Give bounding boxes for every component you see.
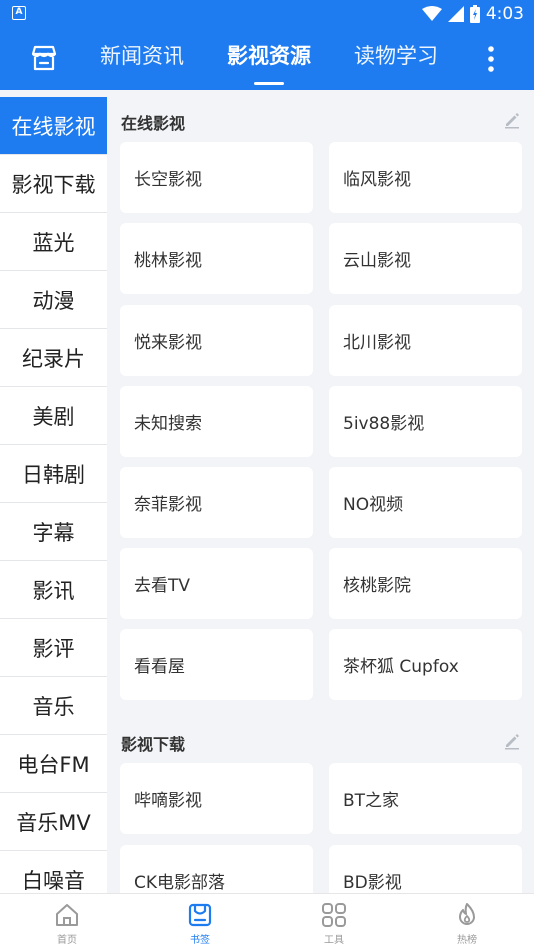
resource-card[interactable]: 悦来影视 xyxy=(120,305,313,376)
resource-content: 在线影视 长空影视 临风影视 桃林影视 云山影视 悦来影视 北川影视 未知搜索 … xyxy=(107,97,534,893)
section-title: 影视下载 xyxy=(121,735,186,754)
notification-icon: A xyxy=(12,6,26,20)
resource-card[interactable]: 奈菲影视 xyxy=(120,467,313,538)
tab-news[interactable]: 新闻资讯 xyxy=(100,40,184,70)
resource-card[interactable]: 云山影视 xyxy=(329,223,522,294)
sidebar-item-video-download[interactable]: 影视下载 xyxy=(0,155,107,213)
sidebar-item-subtitles[interactable]: 字幕 xyxy=(0,503,107,561)
fire-icon xyxy=(459,903,475,925)
sidebar-item-white-noise[interactable]: 白噪音 xyxy=(0,851,107,893)
sidebar-item-music-mv[interactable]: 音乐MV xyxy=(0,793,107,851)
nav-bookmarks[interactable]: 书签 xyxy=(170,902,230,946)
tab-reading[interactable]: 读物学习 xyxy=(354,40,438,70)
resource-card[interactable]: 看看屋 xyxy=(120,629,313,700)
sidebar-item-anime[interactable]: 动漫 xyxy=(0,271,107,329)
sidebar-item-music[interactable]: 音乐 xyxy=(0,677,107,735)
nav-label: 书签 xyxy=(190,935,210,946)
clock: 4:03 xyxy=(485,4,524,24)
resource-card[interactable]: 5iv88影视 xyxy=(329,386,522,457)
resource-card[interactable]: 未知搜索 xyxy=(120,386,313,457)
nav-label: 工具 xyxy=(324,935,344,946)
nav-label: 首页 xyxy=(57,935,77,946)
status-icons: 4:03 xyxy=(421,4,524,24)
sidebar-item-online-video[interactable]: 在线影视 xyxy=(0,97,107,155)
resource-card[interactable]: 长空影视 xyxy=(120,142,313,213)
store-icon[interactable] xyxy=(30,44,58,72)
resource-card[interactable]: NO视频 xyxy=(329,467,522,538)
nav-tools[interactable]: 工具 xyxy=(304,902,364,946)
resource-card[interactable]: 哔嘀影视 xyxy=(120,763,313,834)
wifi-icon xyxy=(421,6,442,21)
battery-icon xyxy=(469,5,480,23)
section-title: 在线影视 xyxy=(121,114,186,133)
sidebar-item-us-drama[interactable]: 美剧 xyxy=(0,387,107,445)
edit-icon[interactable] xyxy=(503,732,521,750)
category-sidebar: 在线影视 影视下载 蓝光 动漫 纪录片 美剧 日韩剧 字幕 影讯 影评 音乐 电… xyxy=(0,97,107,893)
status-bar: A 4:03 xyxy=(0,0,534,28)
sidebar-item-movie-news[interactable]: 影讯 xyxy=(0,561,107,619)
nav-label: 热榜 xyxy=(457,935,477,946)
nav-hot-list[interactable]: 热榜 xyxy=(437,902,497,946)
resource-card[interactable]: 桃林影视 xyxy=(120,223,313,294)
sidebar-item-radio-fm[interactable]: 电台FM xyxy=(0,735,107,793)
resource-card[interactable]: BT之家 xyxy=(329,763,522,834)
resource-card[interactable]: BD影视 xyxy=(329,845,522,893)
top-app-bar: 新闻资讯 影视资源 读物学习 xyxy=(0,28,534,90)
bottom-navigation: 首页 书签 工具 热榜 xyxy=(0,893,534,950)
bookmark-icon xyxy=(188,903,212,927)
sidebar-item-reviews[interactable]: 影评 xyxy=(0,619,107,677)
sidebar-item-bluray[interactable]: 蓝光 xyxy=(0,213,107,271)
nav-home[interactable]: 首页 xyxy=(37,902,97,946)
signal-icon xyxy=(447,6,464,22)
tab-video-resources[interactable]: 影视资源 xyxy=(227,40,311,70)
active-tab-indicator xyxy=(254,82,284,85)
resource-card[interactable]: 临风影视 xyxy=(329,142,522,213)
sidebar-item-documentary[interactable]: 纪录片 xyxy=(0,329,107,387)
home-icon xyxy=(56,904,78,926)
sidebar-item-jk-drama[interactable]: 日韩剧 xyxy=(0,445,107,503)
resource-card[interactable]: CK电影部落 xyxy=(120,845,313,893)
resource-card[interactable]: 核桃影院 xyxy=(329,548,522,619)
more-options-icon[interactable] xyxy=(486,46,496,72)
resource-card[interactable]: 去看TV xyxy=(120,548,313,619)
resource-card[interactable]: 北川影视 xyxy=(329,305,522,376)
resource-card[interactable]: 茶杯狐 Cupfox xyxy=(329,629,522,700)
tools-icon xyxy=(322,903,346,927)
edit-icon[interactable] xyxy=(503,111,521,129)
